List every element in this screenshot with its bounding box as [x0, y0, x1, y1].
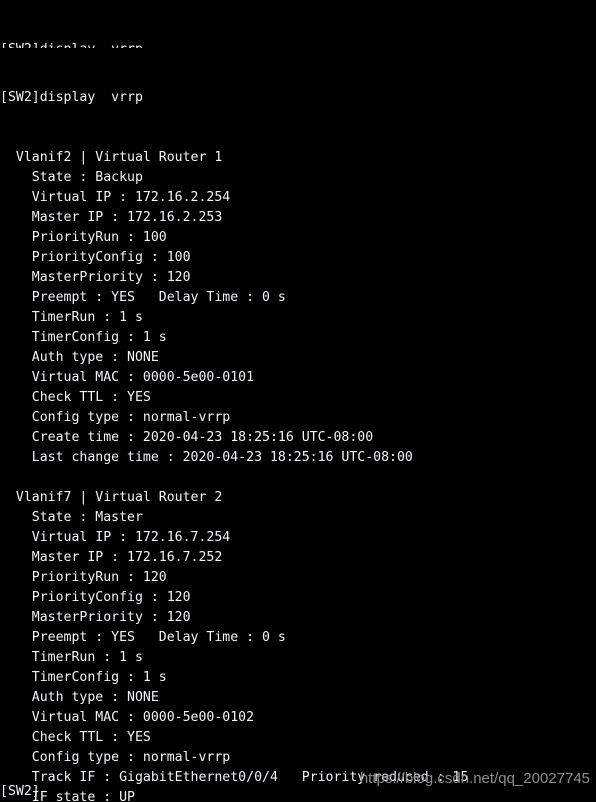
terminal-line: Config type : normal-vrrp [0, 410, 231, 425]
terminal-line: Auth type : NONE [0, 690, 159, 705]
terminal-line: Check TTL : YES [0, 730, 151, 745]
terminal-line: Vlanif2 | Virtual Router 1 [0, 150, 223, 165]
terminal-line: PriorityConfig : 120 [0, 590, 191, 605]
terminal-line: Master IP : 172.16.7.252 [0, 550, 223, 565]
terminal-prompt[interactable]: [SW2] [0, 782, 40, 802]
terminal-output-lines: Vlanif2 | Virtual Router 1 State : Backu… [0, 148, 596, 802]
terminal-line: Preempt : YES Delay Time : 0 s [0, 290, 286, 305]
terminal-line: TimerRun : 1 s [0, 310, 143, 325]
terminal-line: Preempt : YES Delay Time : 0 s [0, 630, 286, 645]
terminal-line: Last change time : 2020-04-23 18:25:16 U… [0, 450, 413, 465]
terminal-line: TimerRun : 1 s [0, 650, 143, 665]
terminal-line: PriorityRun : 100 [0, 230, 167, 245]
terminal-line: Auth type : NONE [0, 350, 159, 365]
terminal-line: Config type : normal-vrrp [0, 750, 231, 765]
terminal-line: Virtual MAC : 0000-5e00-0101 [0, 370, 255, 385]
watermark-url: https://blog.csdn.net/qq_20027745 [359, 770, 590, 787]
terminal-line: Create time : 2020-04-23 18:25:16 UTC-08… [0, 430, 374, 445]
terminal-line: Virtual MAC : 0000-5e00-0102 [0, 710, 255, 725]
terminal-line: Virtual IP : 172.16.2.254 [0, 190, 231, 205]
terminal-line: State : Master [0, 510, 143, 525]
terminal-line: Virtual IP : 172.16.7.254 [0, 530, 231, 545]
terminal-command-line: [SW2]display vrrp [0, 90, 143, 105]
terminal-line: PriorityConfig : 100 [0, 250, 191, 265]
terminal-line: PriorityRun : 120 [0, 570, 167, 585]
terminal-line: Check TTL : YES [0, 390, 151, 405]
terminal-line: State : Backup [0, 170, 143, 185]
terminal-line: MasterPriority : 120 [0, 610, 191, 625]
terminal-line: TimerConfig : 1 s [0, 670, 167, 685]
terminal-line: Vlanif7 | Virtual Router 2 [0, 490, 223, 505]
terminal-line: MasterPriority : 120 [0, 270, 191, 285]
terminal-output[interactable]: [SW2]display vrrp [SW2]display vrrp Vlan… [0, 0, 596, 802]
terminal-line: TimerConfig : 1 s [0, 330, 167, 345]
terminal-line: Master IP : 172.16.2.253 [0, 210, 223, 225]
terminal-line: IF state : UP [0, 790, 135, 802]
clipped-previous-line: [SW2]display vrrp [0, 40, 596, 48]
